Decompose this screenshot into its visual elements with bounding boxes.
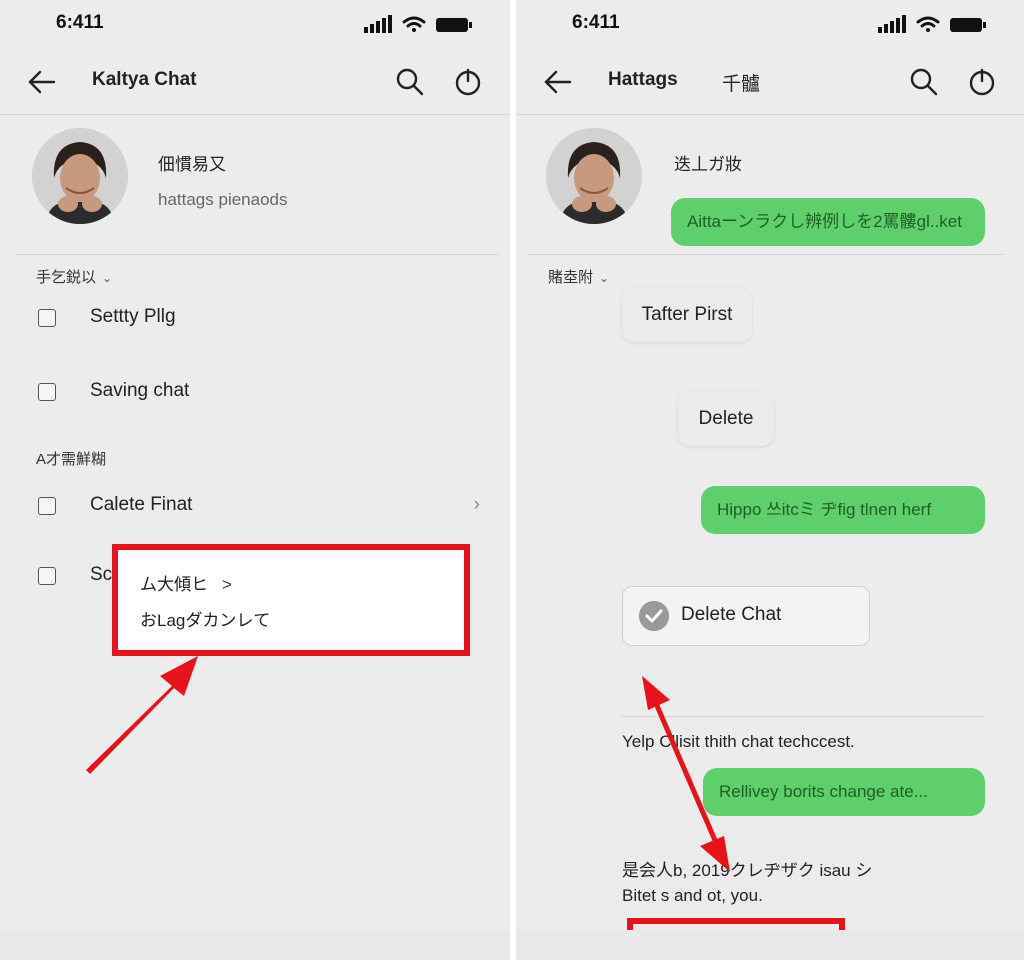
- list-item[interactable]: Saving chat: [36, 376, 484, 412]
- profile-status: hattags pienaods: [158, 190, 288, 209]
- section-header: A才需鮮糊: [36, 448, 106, 469]
- section-label: 賭坴附: [548, 269, 594, 286]
- list-item[interactable]: Settty Pllg: [36, 302, 484, 338]
- bottom-nav: [0, 930, 510, 960]
- wifi-icon: [916, 16, 940, 32]
- annotation-arrow: [86, 656, 198, 774]
- popup-option[interactable]: おLagダカンレて: [140, 606, 270, 631]
- section-label: A才需鮮糊: [36, 451, 107, 468]
- search-icon[interactable]: [394, 66, 426, 98]
- app-bar: Hattags 千髗: [516, 50, 1024, 115]
- power-icon[interactable]: [966, 66, 998, 98]
- chevron-down-icon: ⌄: [102, 271, 113, 285]
- back-arrow-icon[interactable]: [26, 66, 58, 98]
- section-label: 手乞鋭以: [36, 269, 97, 286]
- check-circle-icon: [639, 601, 669, 631]
- delete-chat-label: Delete Chat: [681, 604, 782, 625]
- chevron-down-icon: ⌄: [599, 271, 610, 285]
- chat-title: Kaltya Chat: [92, 69, 197, 90]
- bottom-nav: [516, 930, 1024, 960]
- avatar[interactable]: [32, 128, 128, 224]
- chat-subtitle: 千髗: [722, 74, 761, 95]
- status-time: 6:411: [56, 12, 104, 33]
- delete-button[interactable]: Delete: [678, 392, 774, 446]
- signal-icon: [364, 15, 392, 33]
- profile-name: 佃慣易又: [158, 155, 226, 174]
- search-icon[interactable]: [908, 66, 940, 98]
- right-screen: 6:411 Hattags 千髗 迭丄ガ妝 Aittaーンラクし辨例しを2罵髏g…: [516, 0, 1024, 960]
- status-bar: 6:411: [56, 12, 482, 36]
- avatar[interactable]: [546, 128, 642, 224]
- context-popup: ム大傾ヒ > おLagダカンレて: [112, 544, 470, 656]
- wifi-icon: [402, 16, 426, 32]
- delete-chat-button[interactable]: Delete Chat: [622, 586, 870, 646]
- power-icon[interactable]: [452, 66, 484, 98]
- checkbox[interactable]: [38, 497, 56, 515]
- list-item-label: Settty Pllg: [90, 306, 176, 327]
- divider: [16, 254, 498, 255]
- battery-icon: [436, 18, 472, 32]
- message-bubble[interactable]: Aittaーンラクし辨例しを2罵髏gl..ket: [671, 198, 985, 246]
- list-item-label: Calete Finat: [90, 494, 193, 515]
- annotation-arrow: [642, 676, 730, 872]
- battery-icon: [950, 18, 986, 32]
- profile-name: 迭丄ガ妝: [674, 155, 742, 174]
- signal-icon: [878, 15, 906, 33]
- checkbox[interactable]: [38, 383, 56, 401]
- list-item-label: Saving chat: [90, 380, 190, 401]
- checkbox[interactable]: [38, 309, 56, 327]
- chat-title: Hattags: [608, 69, 678, 90]
- left-screen: 6:411 Kaltya Chat 佃慣易又 hattags pienaods …: [0, 0, 510, 960]
- section-header[interactable]: 手乞鋭以 ⌄: [36, 266, 112, 287]
- status-time: 6:411: [572, 12, 620, 33]
- app-bar: Kaltya Chat: [0, 50, 510, 115]
- back-arrow-icon[interactable]: [542, 66, 574, 98]
- checkbox[interactable]: [38, 567, 56, 585]
- popup-option-label: ム大傾ヒ: [140, 575, 208, 594]
- popup-option[interactable]: ム大傾ヒ >: [140, 570, 232, 595]
- chevron-right-icon: ›: [473, 494, 480, 515]
- list-item[interactable]: Calete Finat ›: [36, 490, 484, 526]
- section-header[interactable]: 賭坴附 ⌄: [548, 266, 609, 287]
- note-line: Bitet s and ot, you.: [622, 886, 763, 905]
- status-icons: [876, 14, 996, 34]
- divider: [528, 254, 1004, 255]
- status-bar: 6:411: [572, 12, 996, 36]
- chip-button[interactable]: Tafter Pirst: [622, 288, 752, 342]
- message-bubble[interactable]: Hippo 쓰itcミ ヂfig tlnen herf: [701, 486, 985, 534]
- status-icons: [362, 14, 482, 34]
- message-bubble[interactable]: Rellivey borits change ate...: [703, 768, 985, 816]
- chevron-right-icon: >: [222, 575, 232, 594]
- list-item-label: Sc: [90, 564, 113, 585]
